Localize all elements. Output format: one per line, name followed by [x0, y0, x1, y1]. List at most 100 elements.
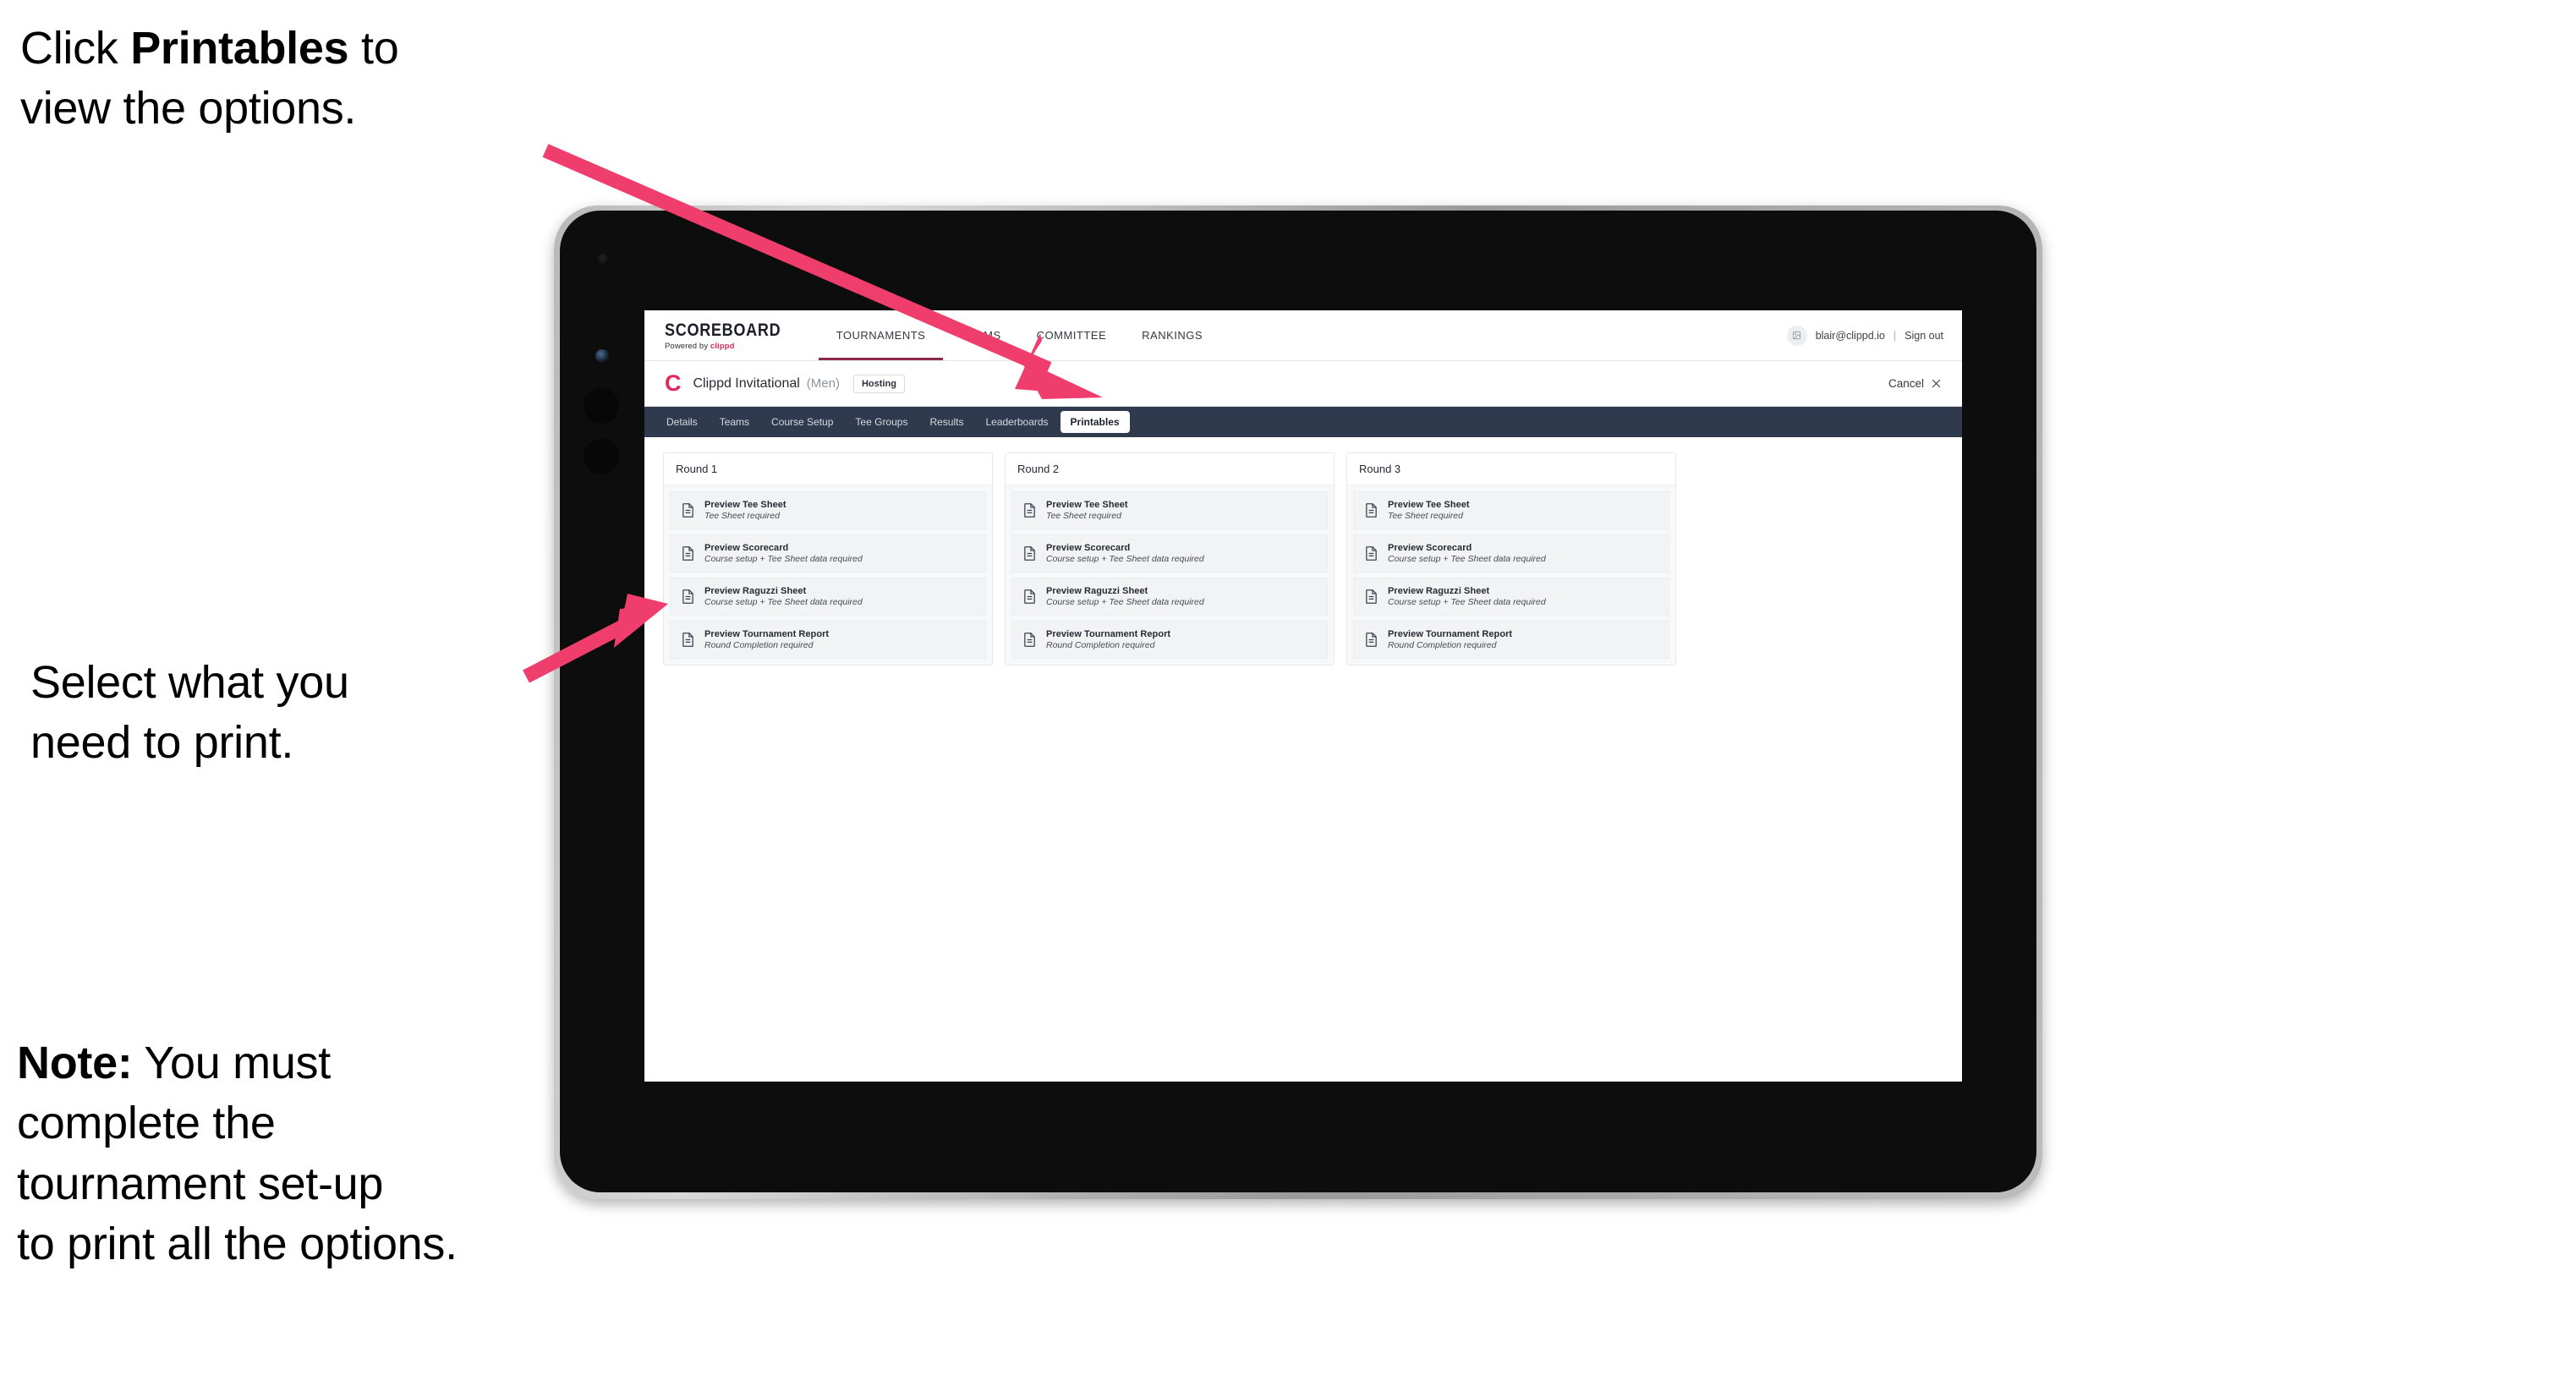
status-badge-hosting: Hosting — [852, 374, 905, 393]
document-icon — [1024, 546, 1035, 561]
printable-row-text: Preview Scorecard Course setup + Tee She… — [704, 543, 863, 564]
brand-name: SCOREBOARD — [665, 320, 781, 340]
avatar-image-icon — [1793, 331, 1801, 340]
printable-subtitle: Round Completion required — [704, 640, 814, 650]
annotation-note-bold: Note: — [17, 1038, 133, 1088]
tournament-gender: (Men) — [806, 376, 840, 391]
tournament-tab-bar: Details Teams Course Setup Tee Groups Re… — [644, 407, 1962, 437]
printable-row-text: Preview Scorecard Course setup + Tee She… — [1388, 543, 1546, 564]
printable-row-tournament-report[interactable]: Preview Tournament Report Round Completi… — [1353, 621, 1669, 659]
printable-title: Preview Scorecard — [1046, 543, 1131, 553]
printable-title: Preview Tee Sheet — [704, 500, 787, 510]
annotation-1-bold: Printables — [130, 23, 349, 74]
tab-printables[interactable]: Printables — [1060, 411, 1130, 433]
printable-subtitle: Tee Sheet required — [1388, 511, 1463, 521]
printables-content: Round 1 Preview Tee Sheet Tee Sheet requ… — [644, 437, 1962, 681]
printable-row-scorecard[interactable]: Preview Scorecard Course setup + Tee She… — [1353, 534, 1669, 572]
tournament-name: Clippd Invitational — [693, 375, 800, 391]
close-icon — [1932, 379, 1941, 388]
printable-subtitle: Tee Sheet required — [704, 511, 780, 521]
annotation-select-print: Select what you need to print. — [30, 657, 349, 769]
printable-row-text: Preview Tee Sheet Tee Sheet required — [704, 500, 787, 521]
round-1-title: Round 1 — [664, 453, 992, 485]
printable-title: Preview Scorecard — [1388, 543, 1472, 553]
document-icon — [1024, 633, 1035, 647]
topnav-item-committee[interactable]: COMMITTEE — [1019, 310, 1125, 360]
round-3-items: Preview Tee Sheet Tee Sheet required Pre… — [1347, 485, 1675, 665]
printable-title: Preview Tee Sheet — [1388, 500, 1470, 510]
topnav-item-tournaments[interactable]: TOURNAMENTS — [818, 310, 944, 360]
primary-navigation: TOURNAMENTS TEAMS COMMITTEE RANKINGS — [818, 310, 1220, 360]
printable-row-scorecard[interactable]: Preview Scorecard Course setup + Tee She… — [1011, 534, 1328, 572]
tablet-bezel: SCOREBOARD Powered by clippd TOURNAMENTS… — [560, 211, 2036, 1192]
printable-row-text: Preview Scorecard Course setup + Tee She… — [1046, 543, 1204, 564]
tab-teams[interactable]: Teams — [710, 411, 759, 433]
printable-row-text: Preview Tournament Report Round Completi… — [704, 629, 829, 650]
app-top-bar: SCOREBOARD Powered by clippd TOURNAMENTS… — [644, 310, 1962, 361]
document-icon — [1366, 503, 1377, 518]
printable-row-tee-sheet[interactable]: Preview Tee Sheet Tee Sheet required — [1011, 491, 1328, 529]
round-card-3: Round 3 Preview Tee Sheet Tee Sheet requ… — [1346, 452, 1676, 666]
printable-title: Preview Raguzzi Sheet — [704, 586, 807, 596]
annotation-click-printables: Click Printables to view the options. — [20, 19, 595, 140]
cancel-button[interactable]: Cancel — [1888, 377, 1942, 390]
tab-results[interactable]: Results — [919, 411, 973, 433]
printable-title: Preview Raguzzi Sheet — [1046, 586, 1148, 596]
printable-subtitle: Tee Sheet required — [1046, 511, 1121, 521]
account-email: blair@clippd.io — [1815, 329, 1885, 342]
device-button-lower[interactable] — [584, 439, 619, 474]
tab-course-setup[interactable]: Course Setup — [761, 411, 843, 433]
printable-subtitle: Round Completion required — [1388, 640, 1497, 650]
printable-subtitle: Course setup + Tee Sheet data required — [704, 554, 863, 564]
sign-out-link[interactable]: Sign out — [1905, 330, 1943, 342]
clippd-c-logo-icon: C — [665, 370, 682, 396]
avatar[interactable] — [1786, 325, 1807, 346]
front-camera-icon — [597, 253, 608, 264]
printable-row-scorecard[interactable]: Preview Scorecard Course setup + Tee She… — [670, 534, 986, 572]
printable-subtitle: Course setup + Tee Sheet data required — [1388, 554, 1546, 564]
topnav-item-rankings[interactable]: RANKINGS — [1124, 310, 1220, 360]
printable-row-raguzzi-sheet[interactable]: Preview Raguzzi Sheet Course setup + Tee… — [670, 578, 986, 616]
page-root: Click Printables to view the options. Se… — [0, 0, 2576, 1386]
brand-powered-prefix: Powered by — [665, 341, 710, 351]
scoreboard-app: SCOREBOARD Powered by clippd TOURNAMENTS… — [644, 310, 1962, 1082]
printable-row-tournament-report[interactable]: Preview Tournament Report Round Completi… — [1011, 621, 1328, 659]
round-1-items: Preview Tee Sheet Tee Sheet required Pre… — [664, 485, 992, 665]
printable-subtitle: Round Completion required — [1046, 640, 1155, 650]
printable-title: Preview Tournament Report — [1388, 629, 1513, 639]
printable-row-text: Preview Tournament Report Round Completi… — [1046, 629, 1170, 650]
printable-row-tournament-report[interactable]: Preview Tournament Report Round Completi… — [670, 621, 986, 659]
round-2-title: Round 2 — [1006, 453, 1334, 485]
printable-row-tee-sheet[interactable]: Preview Tee Sheet Tee Sheet required — [1353, 491, 1669, 529]
printable-row-text: Preview Tee Sheet Tee Sheet required — [1046, 500, 1128, 521]
account-area: blair@clippd.io | Sign out — [1786, 310, 1962, 360]
printable-row-raguzzi-sheet[interactable]: Preview Raguzzi Sheet Course setup + Tee… — [1353, 578, 1669, 616]
document-icon — [1366, 589, 1377, 604]
brand-powered-by: Powered by clippd — [665, 342, 800, 351]
printable-row-text: Preview Tournament Report Round Completi… — [1388, 629, 1512, 650]
printable-title: Preview Tournament Report — [704, 629, 830, 639]
brand-logo[interactable]: SCOREBOARD Powered by clippd — [644, 310, 819, 360]
cancel-label: Cancel — [1888, 377, 1924, 390]
annotation-1-prefix: Click — [20, 23, 131, 74]
tab-tee-groups[interactable]: Tee Groups — [845, 411, 918, 433]
tournament-header-bar: C Clippd Invitational (Men) Hosting Canc… — [644, 361, 1962, 407]
document-icon — [682, 633, 693, 647]
printable-title: Preview Tee Sheet — [1046, 500, 1128, 510]
printable-row-text: Preview Raguzzi Sheet Course setup + Tee… — [704, 586, 863, 607]
device-button-upper[interactable] — [584, 388, 619, 424]
printable-title: Preview Tournament Report — [1046, 629, 1171, 639]
tab-details[interactable]: Details — [656, 411, 708, 433]
ambient-sensor-icon — [595, 349, 609, 363]
printable-subtitle: Course setup + Tee Sheet data required — [704, 597, 863, 607]
printable-subtitle: Course setup + Tee Sheet data required — [1388, 597, 1546, 607]
printable-row-tee-sheet[interactable]: Preview Tee Sheet Tee Sheet required — [670, 491, 986, 529]
printable-row-text: Preview Raguzzi Sheet Course setup + Tee… — [1388, 586, 1546, 607]
printable-subtitle: Course setup + Tee Sheet data required — [1046, 597, 1204, 607]
round-2-items: Preview Tee Sheet Tee Sheet required Pre… — [1006, 485, 1334, 665]
printable-title: Preview Raguzzi Sheet — [1388, 586, 1490, 596]
printable-row-raguzzi-sheet[interactable]: Preview Raguzzi Sheet Course setup + Tee… — [1011, 578, 1328, 616]
tab-leaderboards[interactable]: Leaderboards — [975, 411, 1058, 433]
topnav-item-teams[interactable]: TEAMS — [943, 310, 1018, 360]
round-card-1: Round 1 Preview Tee Sheet Tee Sheet requ… — [663, 452, 993, 666]
